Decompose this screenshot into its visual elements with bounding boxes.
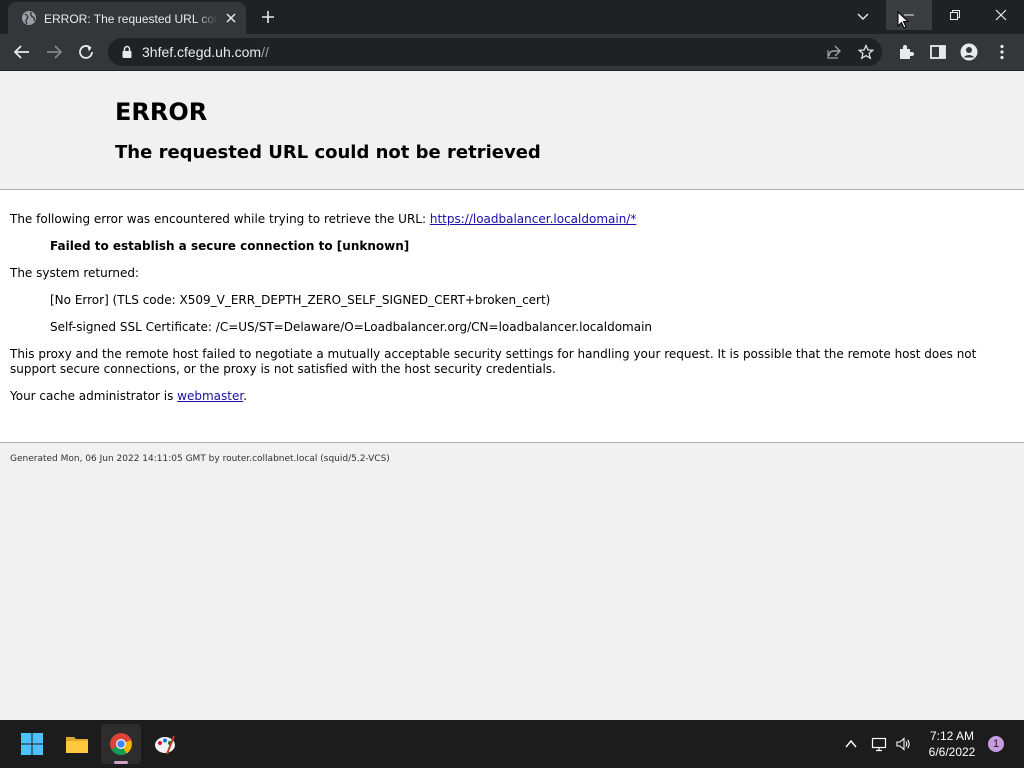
webmaster-link[interactable]: webmaster — [177, 389, 243, 403]
page-header: ERROR The requested URL could not be ret… — [0, 71, 1024, 190]
file-explorer-icon — [66, 737, 88, 753]
new-tab-icon[interactable] — [260, 9, 276, 25]
taskbar-chrome[interactable] — [101, 724, 141, 764]
clock-time: 7:12 AM — [929, 729, 975, 743]
close-tab-icon[interactable] — [224, 11, 238, 25]
minimize-button[interactable] — [886, 0, 932, 30]
address-bar[interactable]: 3hfef.cfegd.uh.com// — [108, 38, 882, 66]
notification-badge[interactable]: 1 — [988, 736, 1004, 752]
back-icon[interactable] — [13, 43, 31, 61]
tab-strip: ERROR: The requested URL could not be re… — [0, 0, 1024, 34]
show-hidden-icons-icon[interactable] — [843, 736, 859, 752]
side-panel-icon[interactable] — [929, 43, 947, 61]
admin-suffix: . — [243, 389, 248, 403]
restore-icon — [950, 10, 960, 20]
system-returned-label: The system returned: — [10, 266, 140, 280]
network-icon[interactable] — [871, 736, 887, 752]
close-icon — [995, 9, 1007, 21]
page-title: ERROR — [115, 98, 208, 126]
start-icon — [21, 733, 43, 755]
url-host: 3hfef.cfegd.uh.com — [142, 44, 262, 60]
chrome-icon — [110, 733, 132, 755]
lock-icon[interactable] — [120, 45, 134, 59]
taskbar: 7:12 AM 6/6/2022 — [0, 720, 1024, 768]
menu-icon[interactable] — [993, 43, 1011, 61]
restore-button[interactable] — [932, 0, 978, 30]
active-app-indicator — [114, 761, 128, 764]
tab-search-icon[interactable] — [856, 10, 870, 24]
forward-icon[interactable] — [45, 43, 63, 61]
tls-error-text: [No Error] (TLS code: X509_V_ERR_DEPTH_Z… — [50, 293, 551, 307]
bookmark-star-icon[interactable] — [858, 44, 874, 60]
error-message: Failed to establish a secure connection … — [50, 239, 410, 253]
web-page: ERROR The requested URL could not be ret… — [0, 71, 1024, 720]
tab-title: ERROR: The requested URL could not be re… — [44, 10, 218, 28]
requested-url-link[interactable]: https://loadbalancer.localdomain/* — [430, 212, 637, 226]
reload-icon[interactable] — [77, 43, 95, 61]
ssl-certificate-text: Self-signed SSL Certificate: /C=US/ST=De… — [50, 320, 653, 334]
page-subtitle: The requested URL could not be retrieved — [115, 142, 541, 163]
paint-icon — [155, 735, 175, 755]
admin-paragraph: Your cache administrator is webmaster. — [10, 389, 247, 404]
globe-icon — [22, 11, 36, 25]
close-window-button[interactable] — [978, 0, 1024, 30]
explanation-paragraph: This proxy and the remote host failed to… — [10, 347, 977, 376]
volume-icon[interactable] — [895, 736, 911, 752]
url-text[interactable]: 3hfef.cfegd.uh.com// — [142, 43, 269, 61]
start-button[interactable] — [12, 724, 52, 764]
page-footer: Generated Mon, 06 Jun 2022 14:11:05 GMT … — [10, 454, 390, 464]
taskbar-paint[interactable] — [145, 724, 185, 764]
clock[interactable]: 7:12 AM 6/6/2022 — [918, 728, 986, 760]
taskbar-file-explorer[interactable] — [57, 724, 97, 764]
mouse-cursor-icon — [897, 11, 909, 29]
intro-text: The following error was encountered whil… — [10, 212, 430, 226]
intro-paragraph: The following error was encountered whil… — [10, 212, 636, 227]
url-path: // — [261, 44, 269, 60]
browser-tab[interactable]: ERROR: The requested URL could not be re… — [8, 2, 246, 34]
browser-toolbar: 3hfef.cfegd.uh.com// — [0, 34, 1024, 71]
share-icon[interactable] — [826, 44, 842, 60]
extensions-icon[interactable] — [897, 43, 915, 61]
clock-date: 6/6/2022 — [928, 745, 976, 759]
admin-prefix: Your cache administrator is — [10, 389, 178, 403]
profile-icon[interactable] — [960, 43, 978, 61]
error-details: The following error was encountered whil… — [0, 190, 1024, 443]
